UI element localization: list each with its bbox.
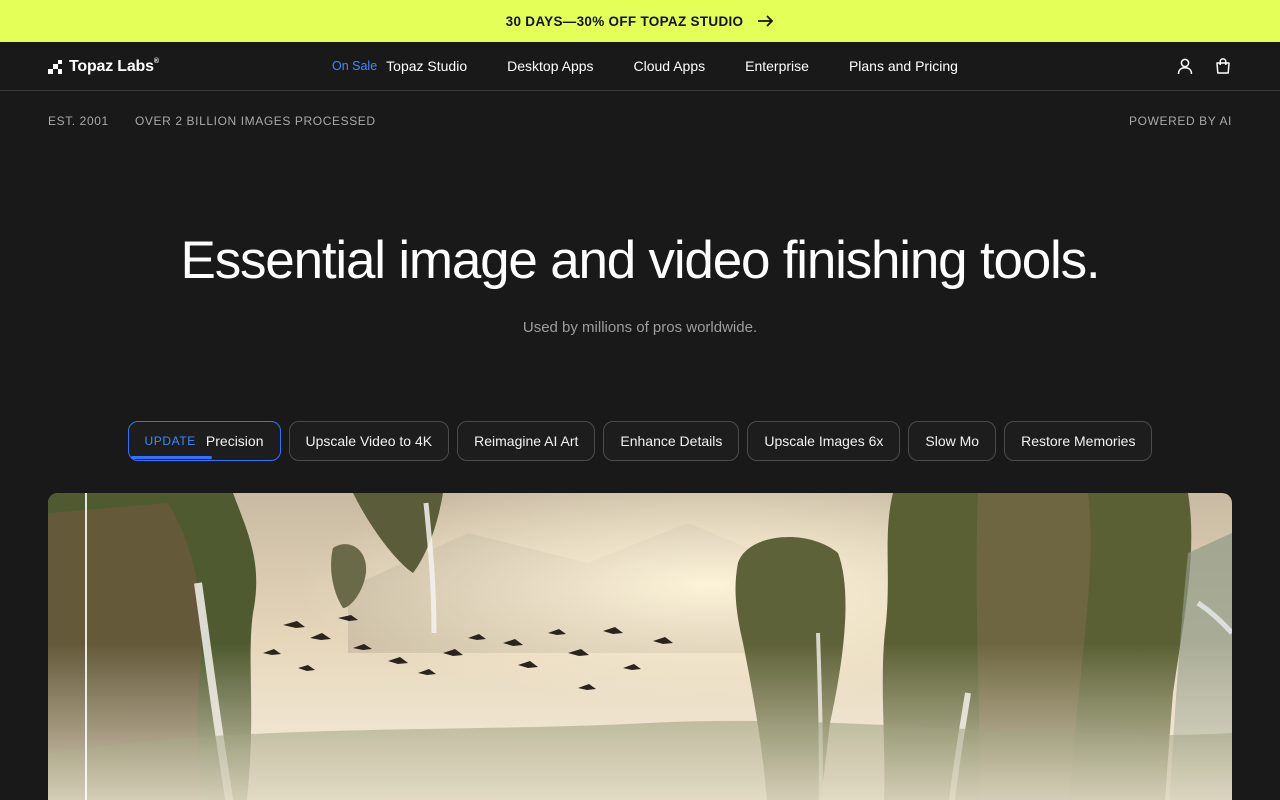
topaz-logo-icon	[48, 60, 62, 74]
cart-icon[interactable]	[1214, 57, 1232, 75]
tab-restore-memories[interactable]: Restore Memories	[1004, 421, 1153, 461]
nav-item-enterprise[interactable]: Enterprise	[745, 58, 809, 74]
promo-banner[interactable]: 30 DAYS—30% OFF TOPAZ STUDIO	[0, 0, 1280, 42]
landscape-image	[48, 493, 1232, 800]
nav-item-plans-pricing[interactable]: Plans and Pricing	[849, 58, 958, 74]
arrow-right-icon	[758, 15, 774, 27]
nav-item-label: Plans and Pricing	[848, 58, 958, 74]
hero-image-comparison[interactable]	[48, 493, 1232, 800]
nav-menu: On Sale Topaz Studio Desktop Apps Cloud …	[332, 42, 958, 90]
nav-icon-group	[1176, 57, 1232, 75]
hero-title: Essential image and video finishing tool…	[180, 231, 1101, 290]
feature-tabs: UPDATE Precision Upscale Video to 4K Rei…	[0, 421, 1280, 461]
tab-label: Upscale Video to 4K	[305, 433, 433, 449]
nav-item-cloud-apps[interactable]: Cloud Apps	[634, 58, 706, 74]
nav-item-label: Desktop Apps	[507, 58, 594, 74]
account-icon[interactable]	[1176, 57, 1194, 75]
brand-registered-mark: ®	[153, 58, 159, 65]
promo-text: 30 DAYS—30% OFF TOPAZ STUDIO	[505, 13, 744, 29]
tab-label: Precision	[205, 433, 264, 449]
on-sale-badge: On Sale	[332, 59, 378, 73]
tab-label: Restore Memories	[1021, 433, 1136, 449]
powered-by-ai-label: POWERED BY AI	[1129, 114, 1232, 128]
main-nav: Topaz Labs® On Sale Topaz Studio Desktop…	[0, 42, 1280, 91]
tab-progress-bar	[130, 456, 212, 459]
nav-item-label: Enterprise	[745, 58, 809, 74]
tab-enhance-details[interactable]: Enhance Details	[603, 421, 740, 461]
tab-slow-mo[interactable]: Slow Mo	[908, 421, 997, 461]
topaz-logo[interactable]: Topaz Labs®	[48, 58, 159, 76]
tab-label: Slow Mo	[925, 433, 980, 449]
tab-label: Upscale Images 6x	[764, 433, 884, 449]
nav-item-label: Cloud Apps	[633, 58, 706, 74]
nav-item-desktop-apps[interactable]: Desktop Apps	[507, 58, 593, 74]
tab-reimagine-ai-art[interactable]: Reimagine AI Art	[457, 421, 596, 461]
images-processed-stat: OVER 2 BILLION IMAGES PROCESSED	[135, 114, 376, 128]
update-badge: UPDATE	[144, 434, 196, 448]
tab-upscale-images[interactable]: Upscale Images 6x	[747, 421, 901, 461]
brand-name: Topaz Labs®	[69, 58, 159, 75]
tab-label: Enhance Details	[620, 433, 723, 449]
tab-upscale-video[interactable]: Upscale Video to 4K	[288, 421, 450, 461]
nav-item-topaz-studio[interactable]: On Sale Topaz Studio	[332, 58, 467, 74]
hero-subtitle: Used by millions of pros worldwide.	[522, 319, 758, 336]
tab-precision[interactable]: UPDATE Precision	[127, 421, 281, 461]
nav-item-label: Topaz Studio	[386, 58, 468, 74]
comparison-slider-handle[interactable]	[85, 493, 87, 800]
tab-label: Reimagine AI Art	[474, 433, 579, 449]
established-label: EST. 2001	[48, 114, 109, 128]
